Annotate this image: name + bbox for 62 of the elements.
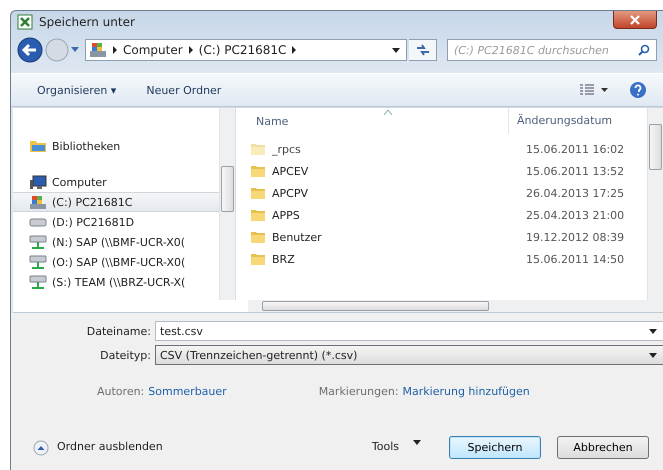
scrollbar[interactable]: [248, 300, 663, 312]
sidebar-item[interactable]: (S:) TEAM (\\BRZ-UCR-X(: [13, 272, 219, 292]
tools-menu[interactable]: Tools: [372, 440, 399, 453]
close-icon: [630, 14, 640, 24]
refresh-button[interactable]: [409, 39, 437, 61]
file-row[interactable]: BRZ 15.06.2011 14:50: [236, 248, 647, 270]
refresh-icon: [414, 44, 430, 56]
breadcrumb[interactable]: Computer: [123, 43, 183, 57]
file-row[interactable]: APCPV 26.04.2013 17:25: [236, 182, 647, 204]
library-icon: [29, 139, 47, 153]
organize-menu[interactable]: Organisieren ▾: [37, 84, 116, 96]
field-label: Dateiname:: [86, 324, 152, 338]
view-options-icon[interactable]: [579, 84, 609, 96]
close-button[interactable]: [613, 11, 657, 29]
help-icon[interactable]: [629, 81, 647, 99]
dropdown-caret-icon[interactable]: [649, 328, 657, 334]
drive-icon: [29, 194, 47, 210]
field-label: Dateityp:: [99, 348, 152, 362]
spreadsheet-app-icon: [17, 14, 33, 30]
scrollbar[interactable]: [219, 108, 235, 300]
sidebar-item[interactable]: (D:) PC21681D: [13, 212, 219, 232]
back-icon[interactable]: [17, 37, 43, 63]
file-row[interactable]: _rpcs 15.06.2011 16:02: [236, 138, 647, 160]
collapse-icon[interactable]: [33, 440, 49, 456]
filename-field[interactable]: test.csv: [155, 321, 663, 341]
drive-icon: [89, 42, 107, 58]
search-field[interactable]: (C:) PC21681C durchsuchen: [447, 39, 657, 61]
file-row[interactable]: APPS 25.04.2013 21:00: [236, 204, 647, 226]
sidebar-item[interactable]: (O:) SAP (\\BMF-UCR-X0(: [13, 252, 219, 272]
network-drive-icon: [29, 234, 47, 250]
save-button[interactable]: Speichern: [449, 436, 541, 459]
drive-icon: [29, 217, 47, 227]
authors-label: Autoren:: [97, 385, 144, 398]
file-type-dropdown[interactable]: CSV (Trennzeichen-getrennt) (*.csv): [155, 345, 663, 365]
breadcrumb[interactable]: (C:) PC21681C: [198, 43, 286, 57]
network-drive-icon: [29, 254, 47, 270]
address-bar[interactable]: Computer (C:) PC21681C: [85, 39, 407, 61]
file-row[interactable]: APCEV 15.06.2011 13:52: [236, 160, 647, 182]
column-header[interactable]: Name: [256, 114, 508, 128]
hide-folders-link[interactable]: Ordner ausblenden: [57, 440, 163, 453]
chevron-icon[interactable]: [113, 46, 117, 54]
sidebar-item[interactable]: (N:) SAP (\\BMF-UCR-X0(: [13, 232, 219, 252]
sidebar-item[interactable]: Computer: [13, 172, 219, 192]
file-row[interactable]: Benutzer 19.12.2012 08:39: [236, 226, 647, 248]
sidebar-item[interactable]: (C:) PC21681C: [13, 192, 219, 212]
caret-icon[interactable]: [413, 440, 421, 445]
cancel-button[interactable]: Abbrechen: [557, 436, 649, 459]
network-drive-icon: [29, 274, 47, 290]
scrollbar[interactable]: [647, 108, 663, 300]
add-tag-link[interactable]: Markierung hinzufügen: [402, 385, 530, 398]
window-title: Speichern unter: [39, 15, 135, 29]
sidebar-item[interactable]: Bibliotheken: [13, 136, 219, 156]
dropdown-caret-icon[interactable]: [392, 48, 400, 52]
column-header[interactable]: Änderungsdatum: [508, 108, 612, 134]
authors-link[interactable]: Sommerbauer: [148, 385, 227, 398]
chevron-icon[interactable]: [292, 46, 296, 54]
tags-label: Markierungen:: [318, 385, 399, 398]
search-icon: [638, 44, 650, 56]
chevron-icon[interactable]: [188, 46, 193, 54]
computer-icon: [29, 174, 47, 190]
dropdown-caret-icon[interactable]: [649, 352, 657, 358]
new-folder-button[interactable]: Neuer Ordner: [146, 84, 222, 96]
